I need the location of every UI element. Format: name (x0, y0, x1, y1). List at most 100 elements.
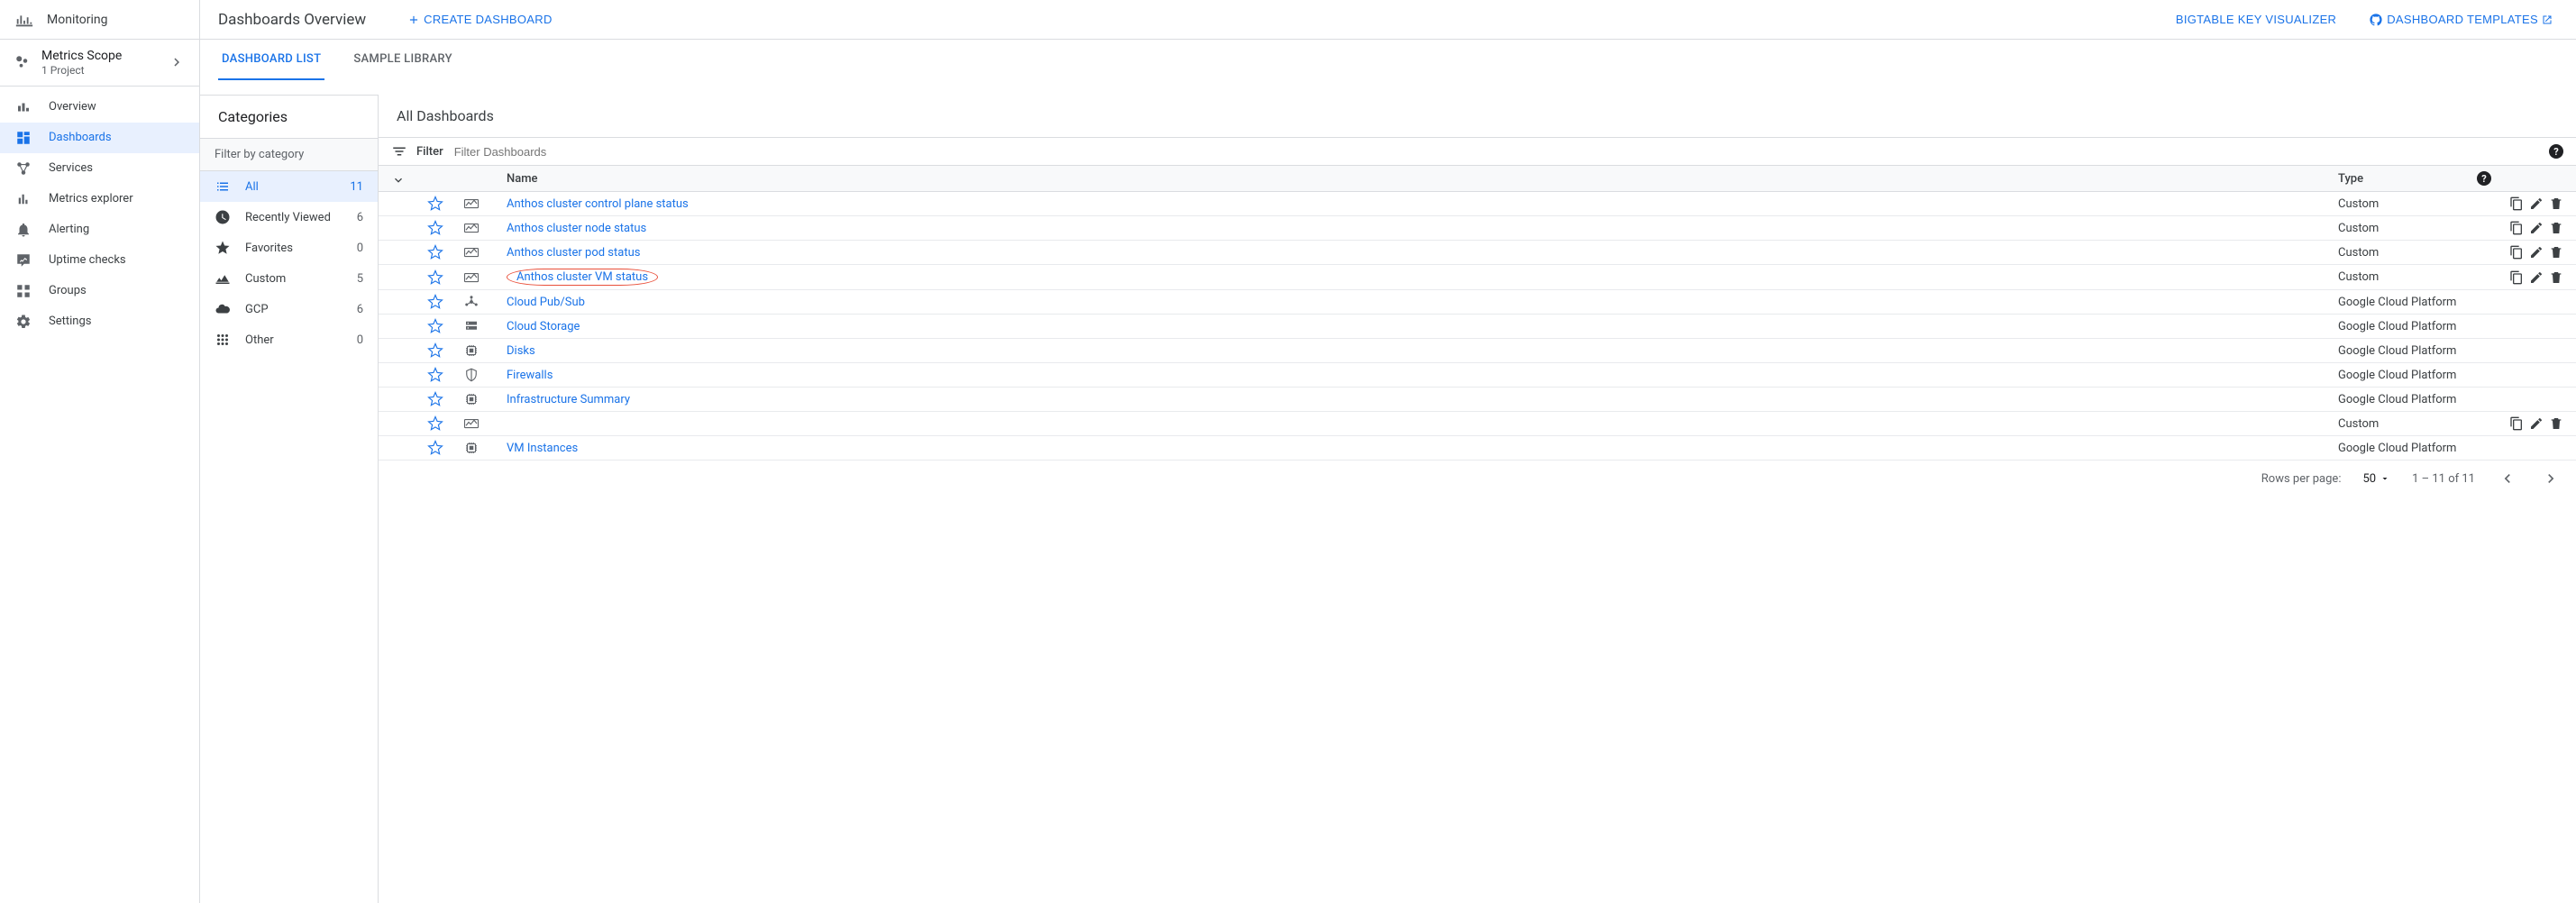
nav-label: Alerting (49, 223, 89, 236)
dashboard-link[interactable]: Infrastructure Summary (507, 393, 630, 406)
page-size-select[interactable]: 50 (2362, 472, 2390, 486)
next-page-button[interactable] (2540, 468, 2562, 489)
edit-icon[interactable] (2529, 416, 2544, 431)
category-count: 0 (357, 242, 363, 255)
nav-overview[interactable]: Overview (0, 92, 199, 123)
tab-sample-library[interactable]: SAMPLE LIBRARY (350, 40, 455, 80)
delete-icon[interactable] (2549, 196, 2563, 211)
dashboard-type-icon (463, 342, 507, 359)
dashboard-type-cell: Custom (2338, 246, 2491, 260)
copy-icon[interactable] (2509, 245, 2524, 260)
copy-icon[interactable] (2509, 196, 2524, 211)
nav-services[interactable]: Services (0, 153, 199, 184)
bigtable-visualizer-link[interactable]: BIGTABLE KEY VISUALIZER (2170, 12, 2342, 27)
favorite-toggle[interactable] (427, 415, 463, 432)
favorite-toggle[interactable] (427, 440, 463, 456)
help-icon[interactable]: ? (2549, 144, 2563, 159)
nav-label: Settings (49, 315, 91, 328)
category-label: Custom (245, 272, 286, 286)
category-item-all[interactable]: All 11 (200, 171, 378, 202)
dashboard-name-cell: Cloud Pub/Sub (507, 296, 2338, 309)
dashboard-link[interactable]: VM Instances (507, 442, 578, 455)
filter-input[interactable] (452, 144, 2540, 160)
dashboard-link[interactable]: Anthos cluster pod status (507, 246, 640, 260)
dashboard-link[interactable]: Cloud Pub/Sub (507, 296, 585, 309)
bigtable-label: BIGTABLE KEY VISUALIZER (2176, 13, 2336, 26)
topbar: Dashboards Overview CREATE DASHBOARD BIG… (200, 0, 2576, 40)
category-icon (215, 209, 231, 225)
prev-page-button[interactable] (2497, 468, 2518, 489)
github-icon (2369, 13, 2383, 27)
delete-icon[interactable] (2549, 221, 2563, 235)
favorite-toggle[interactable] (427, 196, 463, 212)
scope-title: Metrics Scope (41, 49, 122, 64)
rows-per-page-label: Rows per page: (2261, 472, 2342, 486)
dashboard-link[interactable]: Disks (507, 344, 535, 358)
favorite-toggle[interactable] (427, 269, 463, 286)
nav-uptime[interactable]: Uptime checks (0, 245, 199, 276)
dashboard-type-cell: Google Cloud Platform (2338, 344, 2491, 358)
edit-icon[interactable] (2529, 196, 2544, 211)
category-item-custom[interactable]: Custom 5 (200, 263, 378, 294)
dashboard-type-icon (463, 269, 507, 286)
favorite-toggle[interactable] (427, 391, 463, 407)
table-title: All Dashboards (379, 95, 2576, 137)
favorite-toggle[interactable] (427, 220, 463, 236)
nav-alerting[interactable]: Alerting (0, 214, 199, 245)
nav-groups[interactable]: Groups (0, 276, 199, 306)
chevron-right-icon (169, 54, 185, 70)
dashboard-link[interactable]: Anthos cluster VM status (507, 269, 658, 286)
delete-icon[interactable] (2549, 416, 2563, 431)
dashboard-type-icon (463, 367, 507, 383)
name-column-header[interactable]: Name (507, 172, 2338, 186)
category-label: All (245, 180, 259, 194)
copy-icon[interactable] (2509, 416, 2524, 431)
categories-panel: Categories Filter by category All 11 Rec… (200, 95, 379, 903)
nav-metrics-explorer[interactable]: Metrics explorer (0, 184, 199, 214)
metrics-scope-selector[interactable]: Metrics Scope 1 Project (0, 40, 199, 87)
dashboard-link[interactable]: Cloud Storage (507, 320, 580, 333)
favorite-toggle[interactable] (427, 294, 463, 310)
favorite-toggle[interactable] (427, 367, 463, 383)
edit-icon[interactable] (2529, 245, 2544, 260)
delete-icon[interactable] (2549, 270, 2563, 285)
table-row: Infrastructure Summary Google Cloud Plat… (379, 388, 2576, 412)
nav-settings[interactable]: Settings (0, 306, 199, 337)
delete-icon[interactable] (2549, 245, 2563, 260)
external-link-icon (2542, 14, 2553, 25)
type-column-header[interactable]: Type ? (2338, 171, 2491, 186)
dashboard-link[interactable]: Firewalls (507, 369, 553, 382)
dashboards-icon (14, 130, 32, 146)
category-item-other[interactable]: Other 0 (200, 324, 378, 355)
category-icon (215, 301, 231, 317)
table-row: Anthos cluster VM status Custom (379, 265, 2576, 290)
nav-dashboards[interactable]: Dashboards (0, 123, 199, 153)
tab-dashboard-list[interactable]: DASHBOARD LIST (218, 40, 324, 80)
dashboard-templates-link[interactable]: DASHBOARD TEMPLATES (2363, 12, 2558, 28)
category-item-favorites[interactable]: Favorites 0 (200, 233, 378, 263)
create-dashboard-button[interactable]: CREATE DASHBOARD (402, 12, 558, 27)
category-count: 6 (357, 211, 363, 224)
favorite-toggle[interactable] (427, 244, 463, 260)
sort-column[interactable] (391, 171, 427, 186)
arrow-down-icon (391, 171, 427, 186)
category-item-recently-viewed[interactable]: Recently Viewed 6 (200, 202, 378, 233)
sidebar-header: Monitoring (0, 0, 199, 40)
pagination: Rows per page: 50 1 – 11 of 11 (379, 461, 2576, 497)
dashboard-link[interactable]: Anthos cluster node status (507, 222, 646, 235)
favorite-toggle[interactable] (427, 342, 463, 359)
category-count: 11 (350, 180, 363, 194)
dashboard-type-icon (463, 415, 507, 432)
dashboard-type-icon (463, 196, 507, 212)
edit-icon[interactable] (2529, 221, 2544, 235)
copy-icon[interactable] (2509, 270, 2524, 285)
sidebar-title: Monitoring (47, 13, 108, 27)
copy-icon[interactable] (2509, 221, 2524, 235)
table-filter-row: Filter ? (379, 137, 2576, 166)
help-icon[interactable]: ? (2477, 171, 2491, 186)
table-row: Anthos cluster node status Custom (379, 216, 2576, 241)
edit-icon[interactable] (2529, 270, 2544, 285)
dashboard-link[interactable]: Anthos cluster control plane status (507, 197, 689, 211)
category-item-gcp[interactable]: GCP 6 (200, 294, 378, 324)
favorite-toggle[interactable] (427, 318, 463, 334)
